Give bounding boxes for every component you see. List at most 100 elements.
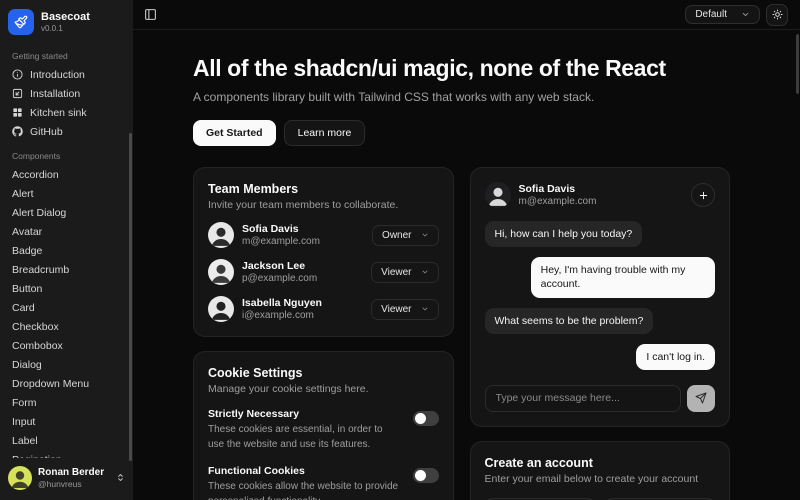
install-box-icon (12, 88, 23, 99)
sidebar-header[interactable]: Basecoat v0.0.1 (0, 0, 133, 41)
member-avatar (208, 259, 234, 285)
panel-left-icon (144, 8, 157, 21)
sidebar-item-dialog[interactable]: Dialog (8, 355, 125, 374)
main-area: Default All of the shadcn/ui magic, none… (133, 0, 800, 500)
chat-user-name: Sofia Davis (519, 183, 597, 197)
sidebar-item-avatar[interactable]: Avatar (8, 222, 125, 241)
sidebar-item-installation[interactable]: Installation (8, 84, 125, 103)
card-description: Enter your email below to create your ac… (485, 473, 716, 485)
sidebar-item-github[interactable]: GitHub (8, 122, 125, 141)
sidebar-item-alert[interactable]: Alert (8, 184, 125, 203)
member-email: i@example.com (242, 310, 322, 321)
sidebar-item-label: Label (12, 435, 38, 447)
sidebar-item-kitchen-sink[interactable]: Kitchen sink (8, 103, 125, 122)
team-member-row: Jackson Lee p@example.com Viewer (208, 259, 439, 285)
cookie-setting-row: Strictly Necessary These cookies are ess… (208, 408, 439, 452)
theme-select[interactable]: Default (685, 5, 760, 24)
page-subtitle: A components library built with Tailwind… (193, 90, 730, 104)
grid-icon (12, 107, 23, 118)
sidebar-item-card[interactable]: Card (8, 298, 125, 317)
sidebar: Basecoat v0.0.1 Getting started Introduc… (0, 0, 133, 500)
learn-more-button[interactable]: Learn more (284, 120, 366, 146)
member-avatar (208, 296, 234, 322)
sidebar-item-label: Alert Dialog (12, 207, 66, 219)
nav-section-getting-started: Getting started (12, 51, 121, 61)
send-icon (695, 392, 707, 404)
sidebar-item-label: Introduction (30, 69, 85, 81)
member-email: m@example.com (242, 236, 320, 247)
plus-icon (698, 190, 709, 201)
page-scrollbar[interactable] (796, 34, 799, 94)
member-email: p@example.com (242, 273, 317, 284)
card-description: Invite your team members to collaborate. (208, 199, 439, 211)
get-started-button[interactable]: Get Started (193, 120, 276, 146)
theme-toggle-button[interactable] (766, 4, 788, 26)
sidebar-item-checkbox[interactable]: Checkbox (8, 317, 125, 336)
member-role-select[interactable]: Viewer (371, 262, 438, 283)
sidebar-item-breadcrumb[interactable]: Breadcrumb (8, 260, 125, 279)
member-role-select[interactable]: Owner (372, 225, 438, 246)
sidebar-item-combobox[interactable]: Combobox (8, 336, 125, 355)
chevron-down-icon (421, 268, 429, 276)
sidebar-item-pagination[interactable]: Pagination (8, 450, 125, 458)
cookie-description: These cookies are essential, in order to… (208, 423, 401, 452)
create-account-card: Create an account Enter your email below… (470, 441, 731, 500)
send-message-button[interactable] (687, 385, 715, 412)
sidebar-item-form[interactable]: Form (8, 393, 125, 412)
sidebar-item-label: Checkbox (12, 321, 59, 333)
sidebar-item-introduction[interactable]: Introduction (8, 65, 125, 84)
chevron-down-icon (421, 231, 429, 239)
sidebar-scrollbar[interactable] (129, 133, 132, 461)
sidebar-toggle-button[interactable] (142, 6, 159, 23)
chevrons-up-down-icon (116, 469, 125, 487)
nav-section-components: Components (12, 151, 121, 161)
sidebar-item-label: Badge (12, 245, 42, 257)
chat-user-avatar (485, 182, 511, 208)
sidebar-item-label: Input (12, 416, 35, 428)
sidebar-item-label: Installation (30, 88, 80, 100)
team-member-row: Sofia Davis m@example.com Owner (208, 222, 439, 248)
card-title: Create an account (485, 456, 716, 470)
sun-icon (772, 9, 783, 20)
sidebar-item-dropdown-menu[interactable]: Dropdown Menu (8, 374, 125, 393)
chat-card: Sofia Davis m@example.com Hi, how can I … (470, 167, 731, 427)
sidebar-item-label: Alert (12, 188, 34, 200)
basecoat-app: Basecoat v0.0.1 Getting started Introduc… (0, 0, 800, 500)
user-avatar (8, 466, 32, 490)
card-description: Manage your cookie settings here. (208, 383, 439, 395)
sidebar-item-badge[interactable]: Badge (8, 241, 125, 260)
member-avatar (208, 222, 234, 248)
card-title: Team Members (208, 182, 439, 196)
member-role-select[interactable]: Viewer (371, 299, 438, 320)
sidebar-item-accordion[interactable]: Accordion (8, 165, 125, 184)
cookie-description: These cookies allow the website to provi… (208, 480, 401, 500)
cookie-settings-card: Cookie Settings Manage your cookie setti… (193, 351, 454, 500)
sidebar-item-label: Accordion (12, 169, 59, 181)
sidebar-user-menu[interactable]: Ronan Berder @hunvreus (0, 458, 133, 500)
member-role-value: Owner (382, 230, 411, 241)
sidebar-item-alert-dialog[interactable]: Alert Dialog (8, 203, 125, 222)
new-message-button[interactable] (691, 183, 715, 207)
sidebar-item-input[interactable]: Input (8, 412, 125, 431)
chat-message-received: What seems to be the problem? (485, 308, 654, 334)
member-role-value: Viewer (381, 304, 411, 315)
sidebar-item-label: Card (12, 302, 35, 314)
functional-cookies-switch[interactable] (413, 468, 439, 483)
member-name: Jackson Lee (242, 260, 317, 274)
sidebar-item-label: GitHub (30, 126, 63, 138)
chat-message-input[interactable] (485, 385, 682, 412)
member-name: Isabella Nguyen (242, 297, 322, 311)
strictly-necessary-switch[interactable] (413, 411, 439, 426)
sidebar-item-label[interactable]: Label (8, 431, 125, 450)
sidebar-item-label: Button (12, 283, 42, 295)
info-icon (12, 69, 23, 80)
sidebar-item-button[interactable]: Button (8, 279, 125, 298)
chevron-down-icon (741, 10, 750, 19)
cookie-name: Strictly Necessary (208, 408, 401, 420)
sidebar-item-label: Breadcrumb (12, 264, 69, 276)
page-content: All of the shadcn/ui magic, none of the … (133, 30, 800, 500)
chat-message-sent: I can't log in. (636, 344, 715, 370)
chat-messages: Hi, how can I help you today? Hey, I'm h… (485, 221, 716, 370)
sidebar-item-label: Avatar (12, 226, 42, 238)
demo-cards: Team Members Invite your team members to… (193, 167, 730, 500)
